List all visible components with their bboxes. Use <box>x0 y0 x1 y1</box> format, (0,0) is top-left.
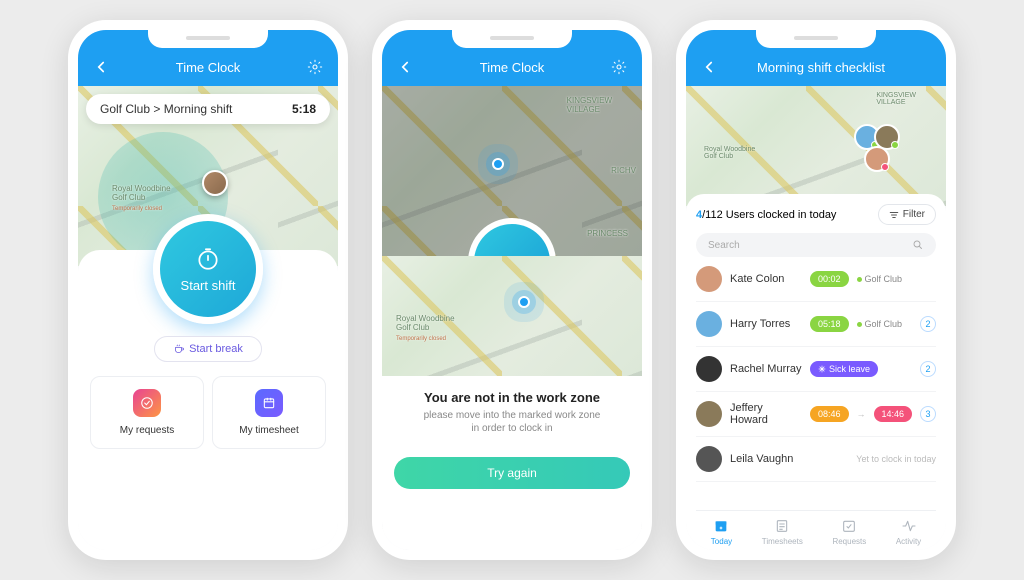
snowflake-icon <box>818 365 826 373</box>
modal-title: You are not in the work zone <box>400 390 624 405</box>
map-label-kingsview: KINGSVIEW VILLAGE <box>567 96 612 114</box>
tab-requests[interactable]: Requests <box>832 517 866 546</box>
filter-icon <box>889 210 899 220</box>
requests-label: My requests <box>120 425 174 436</box>
map-poi-label: Royal Woodbine Golf Club <box>112 184 171 202</box>
activity-icon <box>900 517 918 535</box>
location-dot <box>492 158 504 170</box>
count-badge: 2 <box>920 361 936 377</box>
map-poi: Royal Woodbine Golf Club <box>704 146 755 160</box>
timesheets-icon <box>773 517 791 535</box>
back-icon[interactable] <box>394 56 416 78</box>
user-name: Leila Vaughn <box>730 453 802 465</box>
mini-map-note: Temporarily closed <box>396 336 446 342</box>
user-name: Harry Torres <box>730 318 802 330</box>
stopwatch-icon <box>195 246 221 272</box>
header-title: Time Clock <box>480 60 545 75</box>
avatar-cluster[interactable] <box>860 124 900 150</box>
start-break-button[interactable]: Start break <box>154 336 262 362</box>
map-poi-note: Temporarily closed <box>112 206 162 212</box>
time-badge: 05:18 <box>810 316 849 332</box>
header-spacer <box>922 56 934 78</box>
user-note: Yet to clock in today <box>856 454 936 464</box>
tab-activity[interactable]: Activity <box>896 517 921 546</box>
user-row[interactable]: Harry Torres 05:18 Golf Club 2 <box>696 302 936 347</box>
start-button-peek <box>468 218 556 256</box>
header-title: Morning shift checklist <box>757 60 885 75</box>
settings-icon[interactable] <box>304 56 326 78</box>
requests-icon <box>840 517 858 535</box>
tab-bar: Today Timesheets Requests Activity <box>696 510 936 550</box>
elapsed-time: 5:18 <box>292 102 316 116</box>
user-row[interactable]: Rachel Murray Sick leave 2 <box>696 347 936 392</box>
search-input[interactable]: Search <box>696 233 936 257</box>
location-text: Golf Club <box>857 274 903 284</box>
app-header: Time Clock <box>382 30 642 86</box>
avatar <box>696 446 722 472</box>
header-title: Time Clock <box>176 60 241 75</box>
user-name: Jeffery Howard <box>730 402 802 426</box>
avatar <box>696 311 722 337</box>
map-label-richview: RICHV <box>611 166 636 175</box>
tab-timesheets[interactable]: Timesheets <box>762 517 803 546</box>
time-to-badge: 14:46 <box>874 406 913 422</box>
bottom-panel: Start shift Start break My requests My <box>78 250 338 550</box>
filter-button[interactable]: Filter <box>878 204 936 225</box>
user-list-panel: 4/112 Users clocked in today Filter Sear… <box>686 194 946 550</box>
time-badge: 00:02 <box>810 271 849 287</box>
start-break-label: Start break <box>189 343 243 355</box>
map-label-princess: PRINCESS <box>587 229 628 238</box>
search-icon <box>912 239 924 251</box>
not-in-zone-modal: Royal Woodbine Golf Club Temporarily clo… <box>382 256 642 550</box>
time-from-badge: 08:46 <box>810 406 849 422</box>
settings-icon[interactable] <box>608 56 630 78</box>
mini-map[interactable]: Royal Woodbine Golf Club Temporarily clo… <box>382 256 642 376</box>
requests-icon <box>133 389 161 417</box>
app-header: Morning shift checklist <box>686 30 946 86</box>
user-row[interactable]: Kate Colon 00:02 Golf Club <box>696 257 936 302</box>
arrow-icon: → <box>857 409 866 419</box>
timesheet-label: My timesheet <box>239 425 298 436</box>
map-label-kingsview: KINGSVIEW VILLAGE <box>876 92 916 106</box>
user-row[interactable]: Leila Vaughn Yet to clock in today <box>696 437 936 482</box>
modal-subtitle: please move into the marked work zone in… <box>400 409 624 435</box>
shift-breadcrumb-pill[interactable]: Golf Club > Morning shift 5:18 <box>86 94 330 124</box>
user-row[interactable]: Jeffery Howard 08:46 → 14:46 3 <box>696 392 936 437</box>
avatar <box>696 356 722 382</box>
app-header: Time Clock <box>78 30 338 86</box>
start-shift-button[interactable]: Start shift <box>153 214 263 324</box>
back-icon[interactable] <box>698 56 720 78</box>
user-marker[interactable] <box>202 170 228 196</box>
coffee-icon <box>173 343 185 355</box>
my-timesheet-tile[interactable]: My timesheet <box>212 376 326 449</box>
back-icon[interactable] <box>90 56 112 78</box>
location-dot-mini <box>518 296 530 308</box>
start-shift-label: Start shift <box>181 278 236 293</box>
cluster-avatar <box>864 146 890 172</box>
avatar <box>696 401 722 427</box>
count-badge: 3 <box>920 406 936 422</box>
location-text: Golf Club <box>857 319 903 329</box>
breadcrumb-text: Golf Club > Morning shift <box>100 102 232 116</box>
count-badge: 2 <box>920 316 936 332</box>
try-again-label: Try again <box>487 466 537 480</box>
mini-map-poi: Royal Woodbine Golf Club <box>396 314 455 332</box>
my-requests-tile[interactable]: My requests <box>90 376 204 449</box>
phone-timeclock-start: Time Clock Golf Club > Morning shift 5:1… <box>68 20 348 560</box>
avatar <box>696 266 722 292</box>
user-name: Kate Colon <box>730 273 802 285</box>
phone-not-in-zone: Time Clock KINGSVIEW VILLAGE RICHV PRINC… <box>372 20 652 560</box>
map-view[interactable]: KINGSVIEW VILLAGE Royal Woodbine Golf Cl… <box>686 86 946 206</box>
user-name: Rachel Murray <box>730 363 802 375</box>
search-placeholder: Search <box>708 240 740 251</box>
phone-checklist: Morning shift checklist KINGSVIEW VILLAG… <box>676 20 956 560</box>
status-badge: Sick leave <box>810 361 878 377</box>
today-icon <box>712 517 730 535</box>
timesheet-icon <box>255 389 283 417</box>
clocked-in-count: 4/112 Users clocked in today <box>696 209 836 221</box>
map-dimmed: KINGSVIEW VILLAGE RICHV PRINCESS <box>382 86 642 256</box>
tab-today[interactable]: Today <box>711 517 732 546</box>
try-again-button[interactable]: Try again <box>394 457 630 489</box>
